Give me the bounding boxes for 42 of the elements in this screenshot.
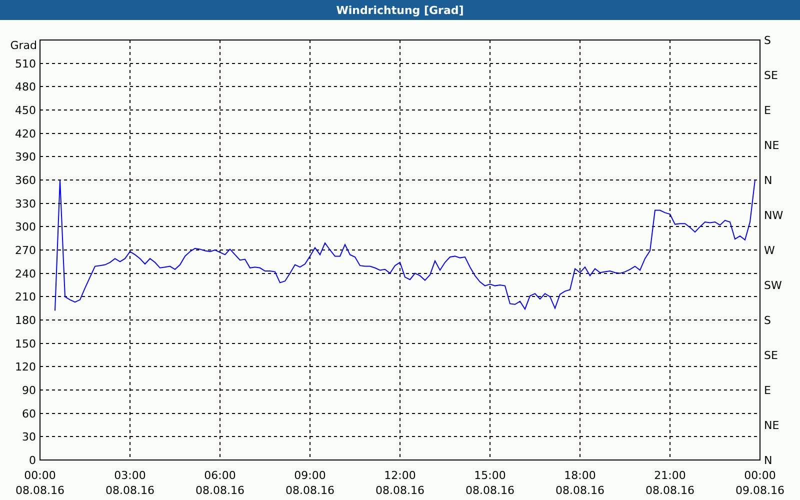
y-tick-label: 390	[15, 150, 36, 164]
y-tick-label: 300	[15, 220, 36, 234]
y-tick-label: 180	[15, 314, 36, 327]
y-tick-label: 270	[15, 244, 36, 257]
compass-tick-label: W	[764, 244, 775, 257]
y-tick-label: 90	[22, 384, 36, 397]
compass-tick-label: N	[764, 454, 772, 467]
y-tick-label: 210	[15, 290, 36, 304]
x-tick-label: 21:00 08.08.16	[646, 469, 694, 497]
y-tick-label: 0	[29, 454, 36, 467]
compass-tick-label: S	[764, 314, 771, 327]
compass-tick-label: E	[764, 384, 771, 397]
x-tick-label: 06:00 08.08.16	[196, 469, 244, 497]
y-tick-label: 510	[15, 57, 36, 70]
x-tick-label: 00:00 08.08.16	[16, 469, 64, 497]
y-tick-label: 450	[15, 104, 36, 117]
y-tick-label: 330	[15, 197, 36, 210]
x-tick-label: 12:00 08.08.16	[376, 469, 424, 497]
y-tick-label: 480	[15, 80, 36, 94]
compass-tick-label: N	[764, 174, 772, 187]
compass-tick-label: NE	[764, 419, 780, 432]
compass-tick-label: NW	[764, 209, 784, 222]
y-tick-label: 420	[15, 127, 36, 140]
y-tick-label: 150	[15, 337, 36, 350]
compass-tick-label: NE	[764, 139, 780, 152]
x-tick-label: 09:00 08.08.16	[286, 469, 334, 497]
compass-tick-label: E	[764, 104, 771, 117]
x-tick-label: 03:00 08.08.16	[106, 469, 154, 497]
x-tick-label: 18:00 08.08.16	[556, 469, 604, 497]
compass-tick-label: SW	[764, 279, 782, 292]
y-tick-label: 240	[15, 267, 36, 280]
y-tick-label: 120	[15, 360, 36, 374]
y-tick-label: 60	[22, 407, 36, 420]
compass-tick-label: S	[764, 34, 771, 47]
compass-tick-label: SE	[764, 349, 778, 362]
y-tick-label: 360	[15, 174, 36, 187]
x-tick-label: 00:00 09.08.16	[736, 469, 784, 497]
compass-tick-label: SE	[764, 69, 778, 82]
y-tick-label: 30	[22, 430, 36, 444]
window-title: Windrichtung [Grad]	[336, 4, 464, 16]
x-tick-label: 15:00 08.08.16	[466, 469, 514, 497]
y-axis-title: Grad	[10, 39, 37, 52]
